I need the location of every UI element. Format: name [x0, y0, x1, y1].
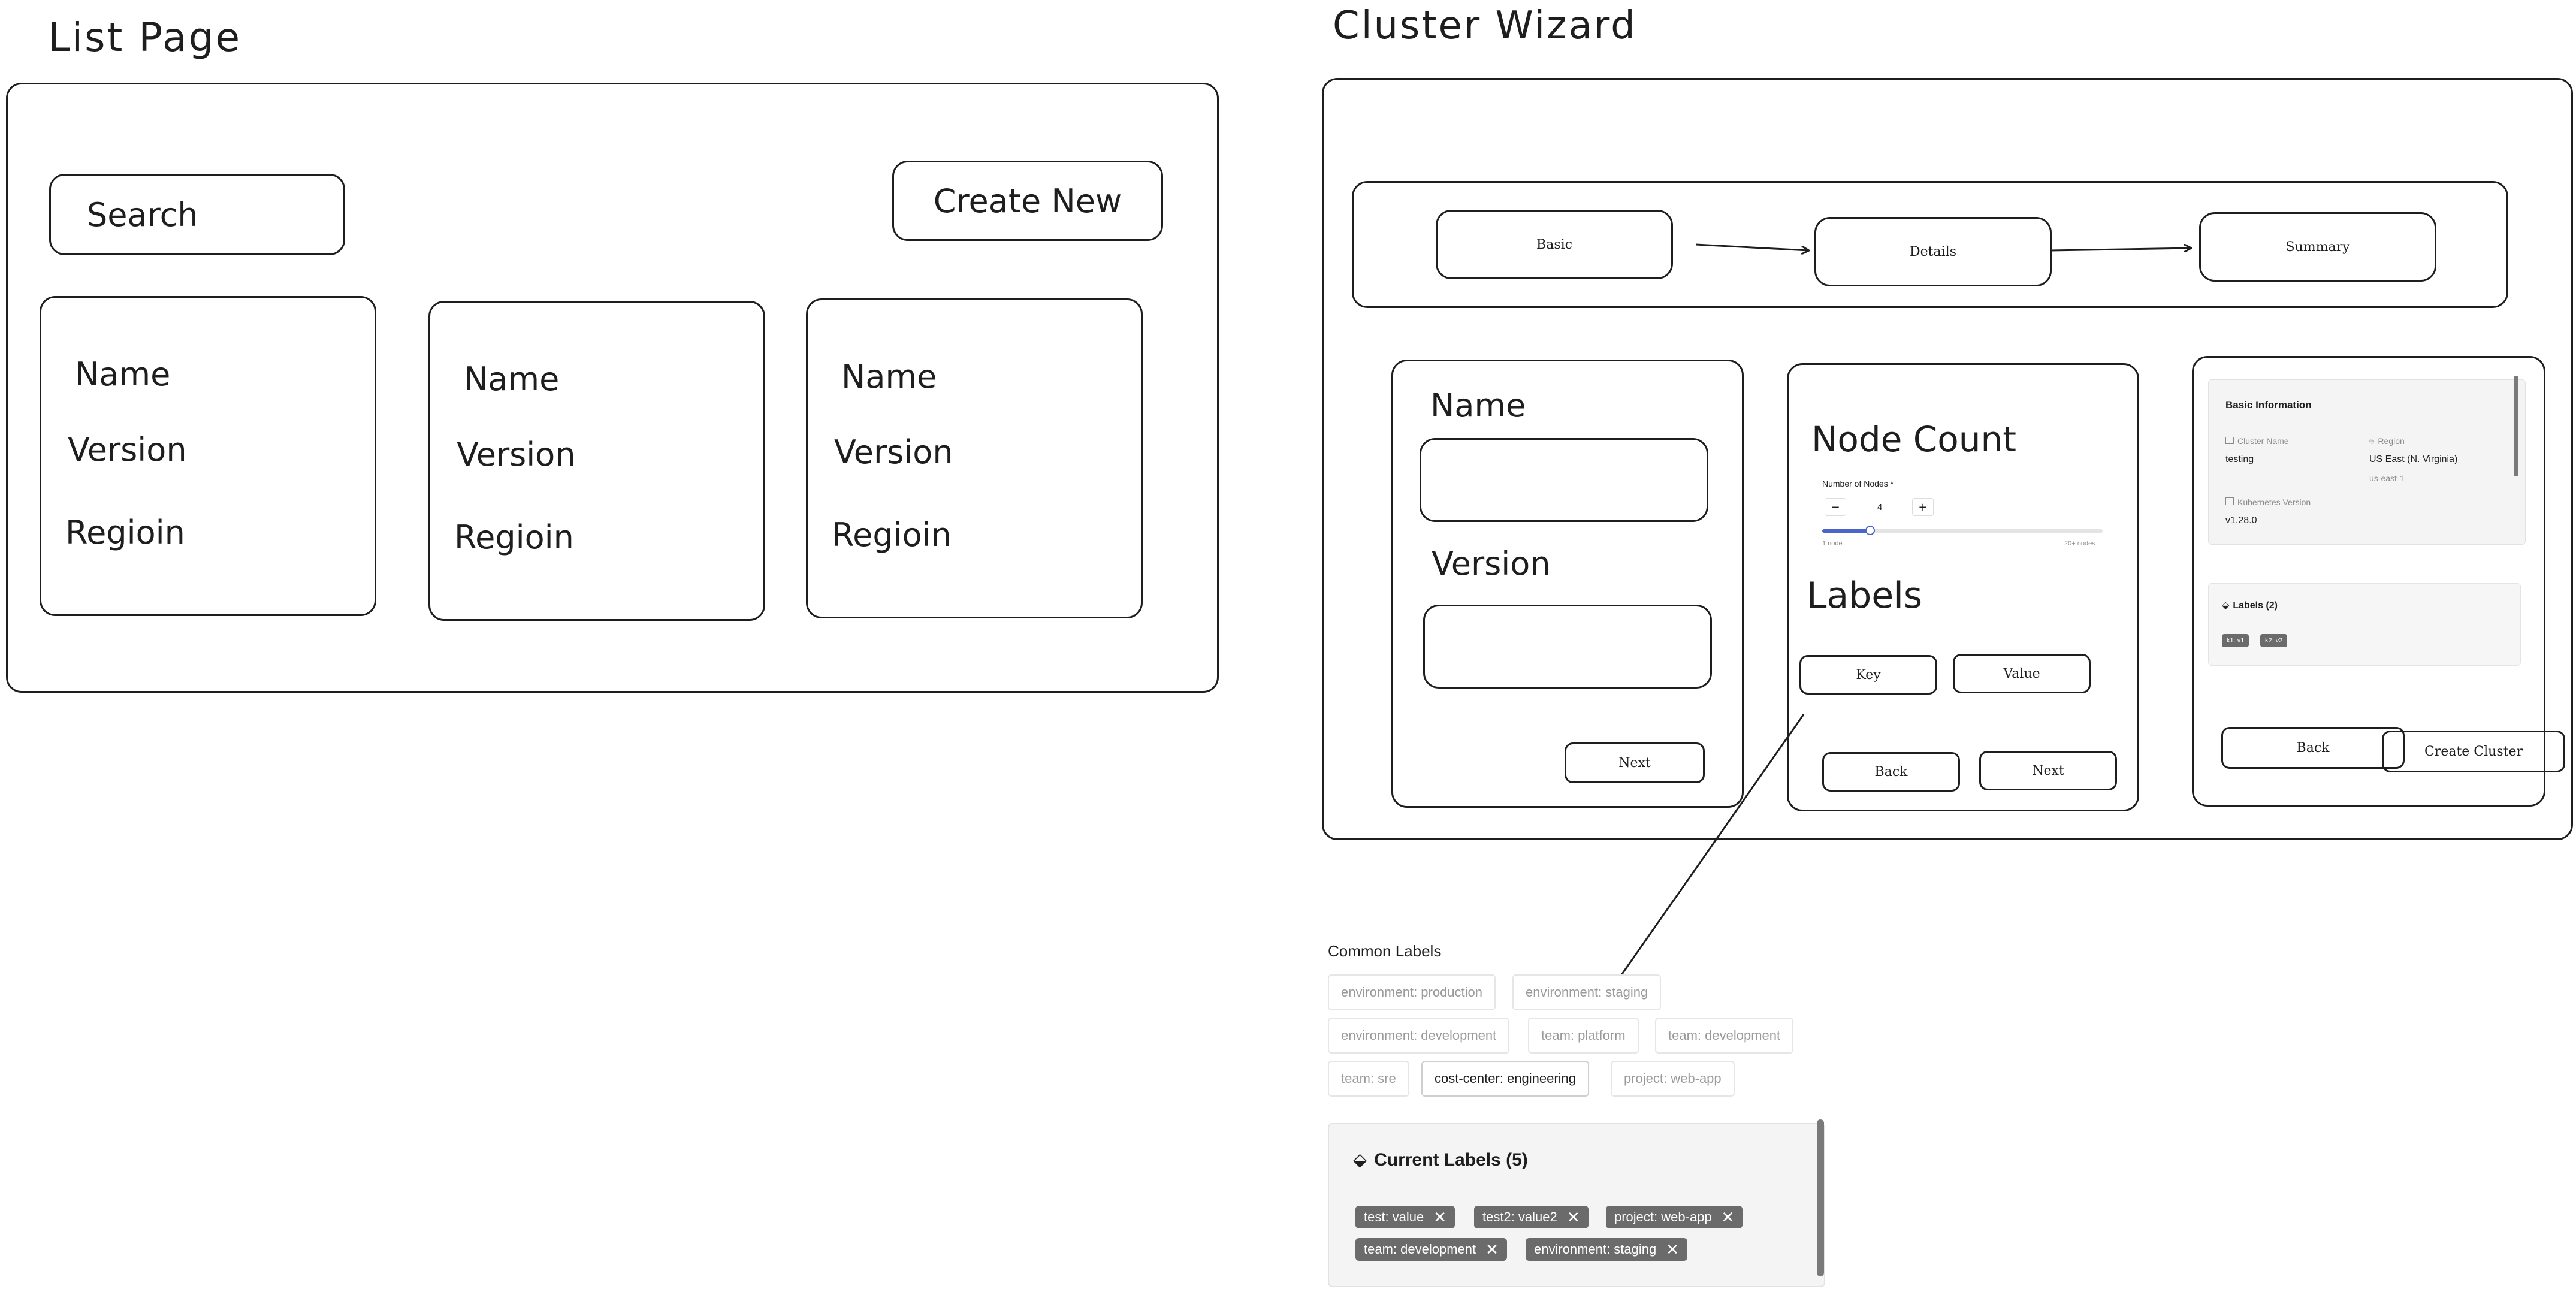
current-label-text: test2: value2 — [1482, 1209, 1557, 1224]
summary-scrollbar[interactable] — [2514, 376, 2518, 476]
current-label-tag: team: development ✕ — [1355, 1238, 1507, 1261]
region-label: ⌾ Region — [2369, 436, 2405, 446]
current-label-text: test: value — [1364, 1209, 1424, 1224]
calendar-icon — [2225, 497, 2234, 505]
arrow-basic-to-details — [1695, 243, 1808, 250]
details-next-button[interactable]: Next — [1979, 751, 2117, 790]
wizard-basic-panel: Name Version Next — [1391, 360, 1744, 808]
cluster-name-value: testing — [2225, 454, 2254, 464]
common-label-chip[interactable]: team: platform — [1528, 1018, 1639, 1054]
slider-fill — [1822, 529, 1870, 533]
remove-icon[interactable]: ✕ — [1722, 1209, 1735, 1225]
current-label-text: environment: staging — [1534, 1242, 1657, 1257]
map-pin-icon: ⌾ — [2369, 436, 2375, 446]
create-cluster-button[interactable]: Create Cluster — [2382, 731, 2565, 772]
arrow-details-to-summary — [2051, 248, 2191, 250]
basic-info-card: Basic Information Cluster Name testing ⌾… — [2208, 379, 2526, 545]
common-label-chip[interactable]: team: sre — [1328, 1061, 1409, 1097]
current-label-tag: test: value ✕ — [1355, 1206, 1455, 1228]
remove-icon[interactable]: ✕ — [1433, 1209, 1446, 1225]
remove-icon[interactable]: ✕ — [1485, 1242, 1499, 1257]
slider-handle[interactable] — [1865, 526, 1875, 535]
remove-icon[interactable]: ✕ — [1567, 1209, 1580, 1225]
summary-labels-title-text: Labels (2) — [2233, 600, 2278, 611]
summary-labels-card: ⬙ Labels (2) k1: v1 k2: v2 — [2208, 583, 2521, 666]
name-label: Name — [1430, 387, 1526, 424]
current-labels-scrollbar[interactable] — [1817, 1119, 1824, 1276]
labels-title: Labels — [1807, 575, 1923, 617]
nodes-plus-button[interactable]: + — [1912, 498, 1934, 516]
summary-labels-title: ⬙ Labels (2) — [2222, 599, 2278, 611]
label-key-input[interactable]: Key — [1799, 655, 1937, 695]
current-label-text: team: development — [1364, 1242, 1476, 1257]
summary-back-button[interactable]: Back — [2221, 727, 2405, 769]
common-label-chip[interactable]: environment: production — [1328, 974, 1496, 1010]
remove-icon[interactable]: ✕ — [1666, 1242, 1679, 1257]
common-label-chip[interactable]: team: development — [1655, 1018, 1794, 1054]
cluster-name-label: Cluster Name — [2225, 436, 2289, 446]
summary-tag: k1: v1 — [2222, 634, 2249, 647]
tag-icon: ⬙ — [2222, 600, 2230, 611]
wizard-details-panel: Node Count Number of Nodes * − 4 + 1 nod… — [1787, 363, 2139, 811]
current-label-tag: project: web-app ✕ — [1606, 1206, 1743, 1228]
nodes-slider[interactable] — [1822, 526, 2103, 535]
current-labels-title-text: Current Labels (5) — [1374, 1150, 1528, 1170]
current-labels-card: ⬙ Current Labels (5) — [1328, 1119, 1825, 1287]
server-icon — [2225, 437, 2234, 444]
plus-icon: + — [1918, 500, 1928, 514]
current-label-tag: environment: staging ✕ — [1526, 1238, 1688, 1261]
tag-icon: ⬙ — [1353, 1150, 1367, 1170]
common-label-chip[interactable]: environment: staging — [1512, 974, 1662, 1010]
node-count-title: Node Count — [1811, 419, 2017, 460]
wizard-summary-panel: Basic Information Cluster Name testing ⌾… — [2192, 356, 2565, 807]
basic-info-title: Basic Information — [2225, 399, 2312, 410]
current-labels-title: ⬙ Current Labels (5) — [1353, 1149, 1528, 1170]
common-label-chip[interactable]: project: web-app — [1611, 1061, 1735, 1097]
summary-tag: k2: v2 — [2260, 634, 2288, 647]
k8s-value: v1.28.0 — [2225, 515, 2257, 526]
stepper-arrows — [0, 243, 2576, 1310]
nodes-label: Number of Nodes * — [1822, 479, 1894, 488]
cluster-name-label-text: Cluster Name — [2237, 436, 2289, 446]
minus-icon: − — [1831, 500, 1840, 514]
label-value-input[interactable]: Value — [1953, 654, 2091, 693]
slider-min-label: 1 node — [1822, 540, 1843, 547]
common-label-chip[interactable]: environment: development — [1328, 1018, 1510, 1054]
version-label: Version — [1432, 545, 1551, 582]
region-label-text: Region — [2378, 436, 2405, 446]
region-code: us-east-1 — [2369, 473, 2405, 483]
nodes-input[interactable]: 4 — [1856, 497, 1904, 517]
nodes-minus-button[interactable]: − — [1825, 498, 1846, 516]
common-label-chip-selected[interactable]: cost-center: engineering — [1421, 1061, 1590, 1097]
current-label-text: project: web-app — [1614, 1209, 1712, 1224]
current-label-tag: test2: value2 ✕ — [1474, 1206, 1589, 1228]
name-field[interactable] — [1420, 438, 1708, 522]
common-labels-title: Common Labels — [1328, 942, 1442, 960]
version-field[interactable] — [1423, 605, 1712, 689]
basic-next-button[interactable]: Next — [1565, 742, 1705, 783]
details-back-button[interactable]: Back — [1822, 752, 1960, 792]
slider-max-label: 20+ nodes — [2064, 540, 2095, 547]
region-value: US East (N. Virginia) — [2369, 454, 2458, 464]
k8s-label: Kubernetes Version — [2225, 497, 2311, 507]
k8s-label-text: Kubernetes Version — [2237, 497, 2311, 507]
